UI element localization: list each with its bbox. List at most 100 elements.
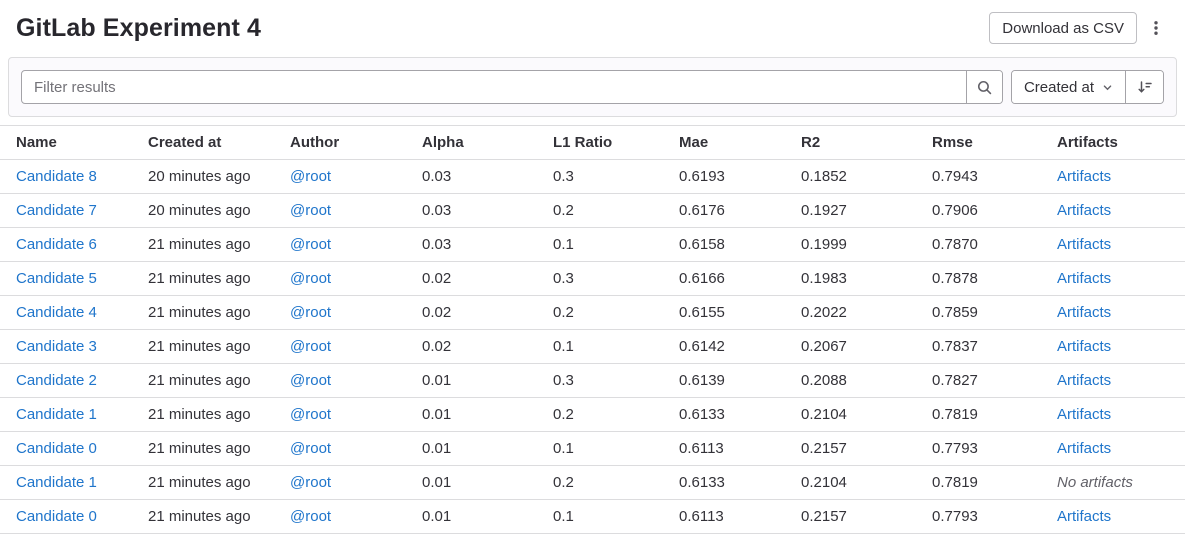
mae-cell: 0.6113 — [679, 432, 801, 466]
artifacts-link[interactable]: Artifacts — [1057, 236, 1111, 253]
filter-bar: Created at — [8, 57, 1177, 117]
created-at-cell: 21 minutes ago — [148, 228, 290, 262]
more-actions-button[interactable] — [1143, 12, 1169, 44]
created-at-cell: 21 minutes ago — [148, 364, 290, 398]
r2-cell: 0.2088 — [801, 364, 932, 398]
r2-cell: 0.2104 — [801, 398, 932, 432]
l1-ratio-cell: 0.1 — [553, 500, 679, 534]
artifacts-link[interactable]: Artifacts — [1057, 168, 1111, 185]
column-header-name: Name — [0, 126, 148, 160]
candidate-name-link[interactable]: Candidate 3 — [16, 338, 97, 355]
mae-cell: 0.6155 — [679, 296, 801, 330]
sort-descending-icon — [1137, 79, 1153, 95]
author-link[interactable]: @root — [290, 168, 331, 185]
candidate-name-link[interactable]: Candidate 2 — [16, 372, 97, 389]
rmse-cell: 0.7793 — [932, 500, 1057, 534]
column-header-mae: Mae — [679, 126, 801, 160]
rmse-cell: 0.7837 — [932, 330, 1057, 364]
table-row: Candidate 5 21 minutes ago @root 0.02 0.… — [0, 262, 1185, 296]
created-at-cell: 21 minutes ago — [148, 296, 290, 330]
table-row: Candidate 2 21 minutes ago @root 0.01 0.… — [0, 364, 1185, 398]
table-row: Candidate 6 21 minutes ago @root 0.03 0.… — [0, 228, 1185, 262]
candidate-name-link[interactable]: Candidate 0 — [16, 508, 97, 525]
r2-cell: 0.1999 — [801, 228, 932, 262]
r2-cell: 0.2157 — [801, 500, 932, 534]
created-at-cell: 21 minutes ago — [148, 398, 290, 432]
alpha-cell: 0.01 — [422, 500, 553, 534]
header-actions: Download as CSV — [989, 12, 1169, 44]
rmse-cell: 0.7906 — [932, 194, 1057, 228]
mae-cell: 0.6158 — [679, 228, 801, 262]
chevron-down-icon — [1102, 82, 1113, 93]
page-title: GitLab Experiment 4 — [16, 13, 261, 44]
author-link[interactable]: @root — [290, 202, 331, 219]
candidate-name-link[interactable]: Candidate 4 — [16, 304, 97, 321]
artifacts-link[interactable]: Artifacts — [1057, 406, 1111, 423]
table-row: Candidate 1 21 minutes ago @root 0.01 0.… — [0, 466, 1185, 500]
created-at-cell: 21 minutes ago — [148, 500, 290, 534]
mae-cell: 0.6176 — [679, 194, 801, 228]
l1-ratio-cell: 0.1 — [553, 228, 679, 262]
column-header-rmse: Rmse — [932, 126, 1057, 160]
l1-ratio-cell: 0.3 — [553, 364, 679, 398]
l1-ratio-cell: 0.1 — [553, 432, 679, 466]
results-table-body: Candidate 8 20 minutes ago @root 0.03 0.… — [0, 160, 1185, 534]
column-header-created-at: Created at — [148, 126, 290, 160]
candidate-name-link[interactable]: Candidate 7 — [16, 202, 97, 219]
alpha-cell: 0.01 — [422, 432, 553, 466]
rmse-cell: 0.7819 — [932, 398, 1057, 432]
author-link[interactable]: @root — [290, 304, 331, 321]
author-link[interactable]: @root — [290, 406, 331, 423]
sort-direction-button[interactable] — [1125, 71, 1163, 103]
l1-ratio-cell: 0.2 — [553, 398, 679, 432]
table-row: Candidate 7 20 minutes ago @root 0.03 0.… — [0, 194, 1185, 228]
created-at-cell: 21 minutes ago — [148, 432, 290, 466]
filter-results-input[interactable] — [22, 71, 966, 103]
download-csv-button[interactable]: Download as CSV — [989, 12, 1137, 44]
page-header: GitLab Experiment 4 Download as CSV — [0, 0, 1185, 57]
artifacts-link[interactable]: Artifacts — [1057, 508, 1111, 525]
artifacts-link[interactable]: Artifacts — [1057, 440, 1111, 457]
rmse-cell: 0.7827 — [932, 364, 1057, 398]
candidate-name-link[interactable]: Candidate 0 — [16, 440, 97, 457]
rmse-cell: 0.7819 — [932, 466, 1057, 500]
table-row: Candidate 0 21 minutes ago @root 0.01 0.… — [0, 500, 1185, 534]
candidate-name-link[interactable]: Candidate 6 — [16, 236, 97, 253]
search-button[interactable] — [966, 71, 1002, 103]
candidate-name-link[interactable]: Candidate 1 — [16, 406, 97, 423]
r2-cell: 0.2022 — [801, 296, 932, 330]
l1-ratio-cell: 0.3 — [553, 262, 679, 296]
author-link[interactable]: @root — [290, 338, 331, 355]
artifacts-link[interactable]: Artifacts — [1057, 338, 1111, 355]
table-row: Candidate 8 20 minutes ago @root 0.03 0.… — [0, 160, 1185, 194]
column-header-author: Author — [290, 126, 422, 160]
sort-field-dropdown[interactable]: Created at — [1012, 71, 1125, 103]
mae-cell: 0.6193 — [679, 160, 801, 194]
artifacts-link[interactable]: Artifacts — [1057, 372, 1111, 389]
candidate-name-link[interactable]: Candidate 1 — [16, 474, 97, 491]
author-link[interactable]: @root — [290, 508, 331, 525]
rmse-cell: 0.7943 — [932, 160, 1057, 194]
table-row: Candidate 3 21 minutes ago @root 0.02 0.… — [0, 330, 1185, 364]
filter-input-group — [21, 70, 1003, 104]
mae-cell: 0.6139 — [679, 364, 801, 398]
author-link[interactable]: @root — [290, 440, 331, 457]
r2-cell: 0.2104 — [801, 466, 932, 500]
candidate-name-link[interactable]: Candidate 5 — [16, 270, 97, 287]
author-link[interactable]: @root — [290, 372, 331, 389]
column-header-alpha: Alpha — [422, 126, 553, 160]
author-link[interactable]: @root — [290, 270, 331, 287]
artifacts-link[interactable]: Artifacts — [1057, 270, 1111, 287]
mae-cell: 0.6133 — [679, 398, 801, 432]
created-at-cell: 20 minutes ago — [148, 160, 290, 194]
vertical-ellipsis-icon — [1148, 20, 1164, 36]
artifacts-link[interactable]: Artifacts — [1057, 202, 1111, 219]
l1-ratio-cell: 0.2 — [553, 194, 679, 228]
candidate-name-link[interactable]: Candidate 8 — [16, 168, 97, 185]
artifacts-link[interactable]: Artifacts — [1057, 304, 1111, 321]
rmse-cell: 0.7878 — [932, 262, 1057, 296]
column-header-artifacts: Artifacts — [1057, 126, 1185, 160]
author-link[interactable]: @root — [290, 236, 331, 253]
l1-ratio-cell: 0.2 — [553, 296, 679, 330]
author-link[interactable]: @root — [290, 474, 331, 491]
